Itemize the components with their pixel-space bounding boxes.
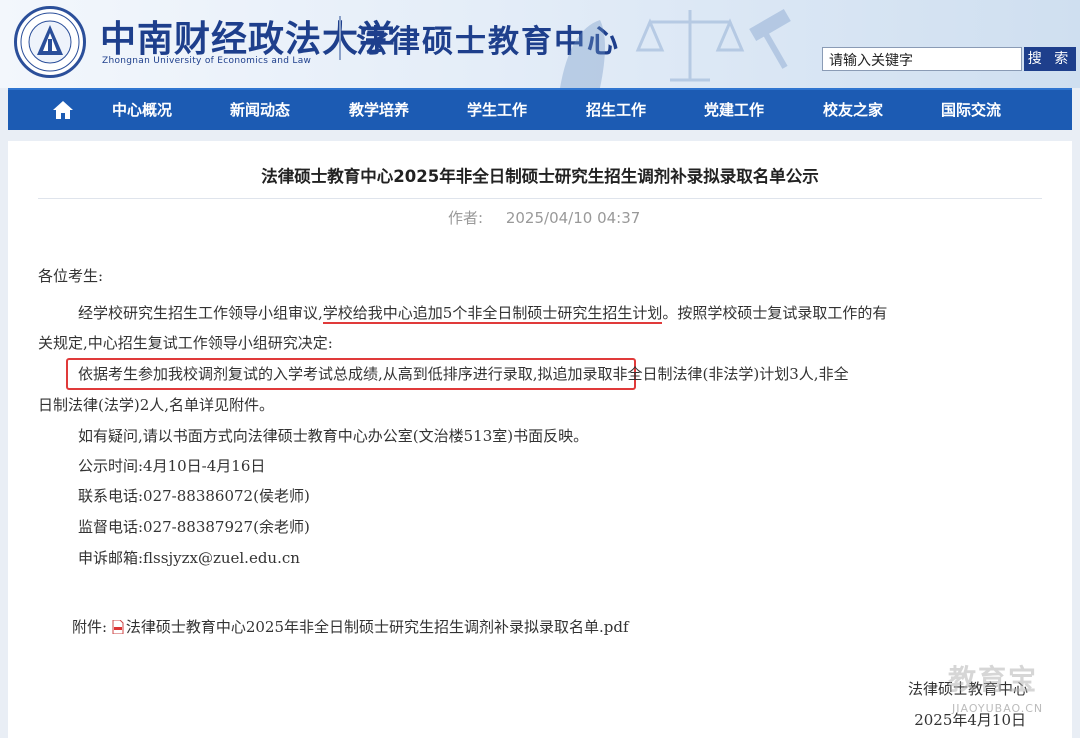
paragraph-1-cont: 关规定,中心招生复试工作领导小组研究决定: [38,334,333,352]
article-body: 各位考生: 经学校研究生招生工作领导小组审议,学校给我中心追加5个非全日制硕士研… [8,141,1072,738]
supervision-phone: 监督电话:027-88387927(余老师) [78,518,310,536]
attachment-label: 附件: [72,618,108,636]
watermark-logo: 教育宝 [948,663,1039,696]
greeting: 各位考生: [38,267,104,285]
search-button[interactable]: 搜 索 [1024,47,1076,71]
logo-divider [339,16,341,60]
paragraph-3: 如有疑问,请以书面方式向法律硕士教育中心办公室(文治楼513室)书面反映。 [78,427,589,445]
nav-item-international[interactable]: 国际交流 [941,90,1001,130]
nav-item-student-work[interactable]: 学生工作 [467,90,527,130]
paragraph-1: 经学校研究生招生工作领导小组审议,学校给我中心追加5个非全日制硕士研究生招生计划… [38,298,1042,328]
paragraph-2: 依据考生参加我校调剂复试的入学考试总成绩,从高到低排序进行录取,拟追加录取非全日… [38,359,1042,389]
notice-period: 公示时间:4月10日-4月16日 [78,457,266,475]
nav-item-admissions[interactable]: 招生工作 [586,90,646,130]
paragraph-2-cont: 日制法律(法学)2人,名单详见附件。 [38,396,275,414]
attachment-row: 附件: 法律硕士教育中心2025年非全日制硕士研究生招生调剂补录拟录取名单.pd… [72,612,1032,642]
highlighted-ranking-text: 依据考生参加我校调剂复试的入学考试总成绩,从高到低排序进行录取, [78,365,538,383]
attachment-link[interactable]: 法律硕士教育中心2025年非全日制硕士研究生招生调剂补录拟录取名单.pdf [126,618,629,636]
site-header: 中南财经政法大学 Zhongnan University of Economic… [0,0,1080,88]
nav-item-overview[interactable]: 中心概况 [112,90,172,130]
highlighted-quota-text: 学校给我中心追加5个非全日制硕士研究生招生计划 [322,304,663,324]
pdf-file-icon [112,620,124,634]
nav-item-party-building[interactable]: 党建工作 [704,90,764,130]
nav-item-news[interactable]: 新闻动态 [230,90,290,130]
article-panel: 法律硕士教育中心2025年非全日制硕士研究生招生调剂补录拟录取名单公示 作者: … [8,141,1072,738]
university-name-en: Zhongnan University of Economics and Law [102,56,312,66]
contact-phone: 联系电话:027-88386072(侯老师) [78,487,310,505]
paragraph-2-plan: 拟追加录取非全日制法律(非法学)计划3人,非全 [537,365,849,383]
nav-item-alumni[interactable]: 校友之家 [823,90,883,130]
paragraph-1-rule: 。按照学校硕士复试录取工作的有 [662,304,888,322]
justice-scale-decoration-icon [560,8,791,88]
nav-item-teaching[interactable]: 教学培养 [349,90,409,130]
main-nav: 中心概况 新闻动态 教学培养 学生工作 招生工作 党建工作 校友之家 国际交流 [8,88,1072,130]
university-name-cn[interactable]: 中南财经政法大学 [100,10,396,62]
paragraph-1-intro: 经学校研究生招生工作领导小组审议, [78,304,323,322]
watermark-sub: JIAOYUBAO.CN [952,702,1044,715]
complaint-email: 申诉邮箱:flssjyzx@zuel.edu.cn [78,549,300,567]
search-input[interactable]: 请输入关键字 [822,47,1022,71]
home-icon[interactable] [52,100,74,120]
university-emblem-icon[interactable] [14,6,86,78]
